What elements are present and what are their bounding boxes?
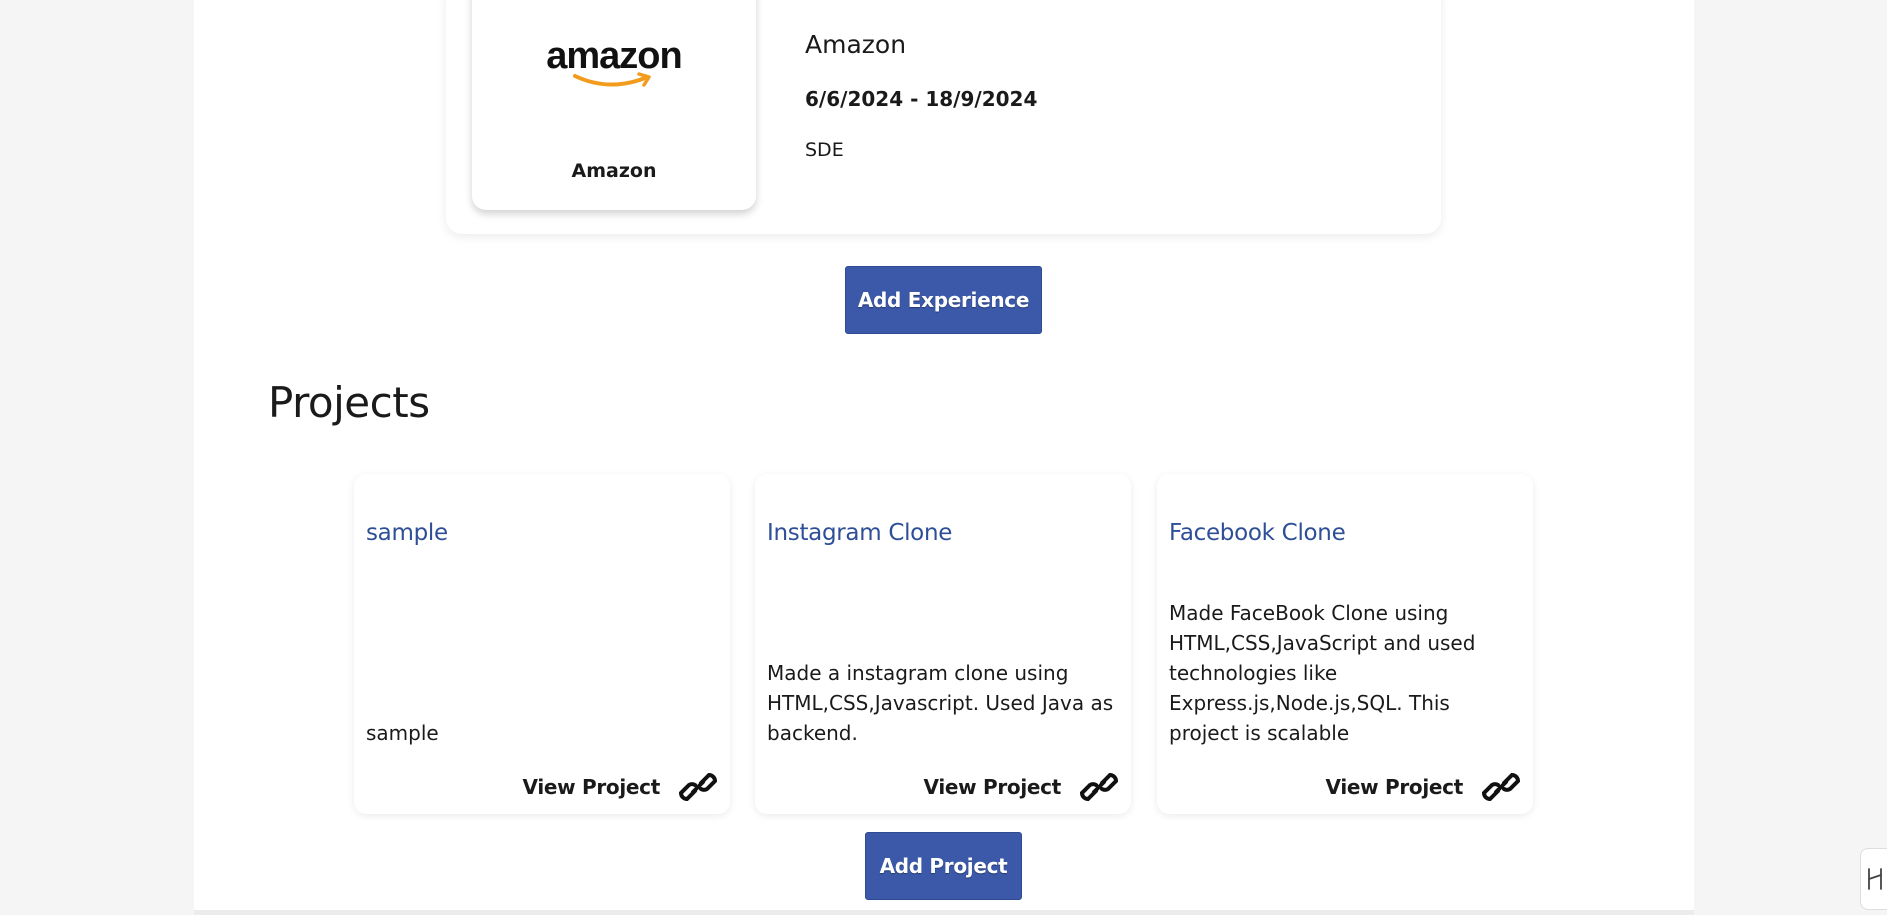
project-card: sample sample View Project [354, 474, 730, 814]
link-icon[interactable] [678, 772, 718, 802]
widget-icon[interactable] [1866, 866, 1884, 892]
amazon-logo: amazon [472, 35, 756, 92]
project-description: Made a instagram clone using HTML,CSS,Ja… [767, 661, 1114, 745]
experience-company: Amazon [805, 30, 907, 59]
projects-heading: Projects [268, 378, 430, 427]
experience-role: SDE [805, 139, 844, 161]
logo-caption: Amazon [571, 160, 657, 182]
amazon-logo-wordmark: amazon [546, 35, 682, 77]
add-experience-button[interactable]: Add Experience [845, 266, 1042, 334]
company-logo-card: amazon Amazon [472, 0, 756, 210]
view-project-link[interactable]: View Project [1326, 772, 1521, 802]
project-title: sample [366, 520, 448, 546]
add-project-button[interactable]: Add Project [865, 832, 1022, 900]
link-icon[interactable] [1481, 772, 1521, 802]
project-card: Facebook Clone Made FaceBook Clone using… [1157, 474, 1533, 814]
page-bottom-edge [194, 910, 1694, 915]
project-description: sample [366, 721, 439, 745]
view-project-link[interactable]: View Project [523, 772, 718, 802]
project-card: Instagram Clone Made a instagram clone u… [755, 474, 1131, 814]
view-project-link[interactable]: View Project [924, 772, 1119, 802]
side-widget-tab[interactable] [1860, 848, 1887, 910]
view-project-label[interactable]: View Project [1326, 775, 1464, 799]
view-project-label[interactable]: View Project [523, 775, 661, 799]
experience-dates: 6/6/2024 - 18/9/2024 [805, 87, 1038, 111]
project-title: Instagram Clone [767, 520, 953, 546]
link-icon[interactable] [1079, 772, 1119, 802]
view-project-label[interactable]: View Project [924, 775, 1062, 799]
project-description: Made FaceBook Clone using HTML,CSS,JavaS… [1169, 601, 1476, 745]
project-title: Facebook Clone [1169, 520, 1346, 546]
